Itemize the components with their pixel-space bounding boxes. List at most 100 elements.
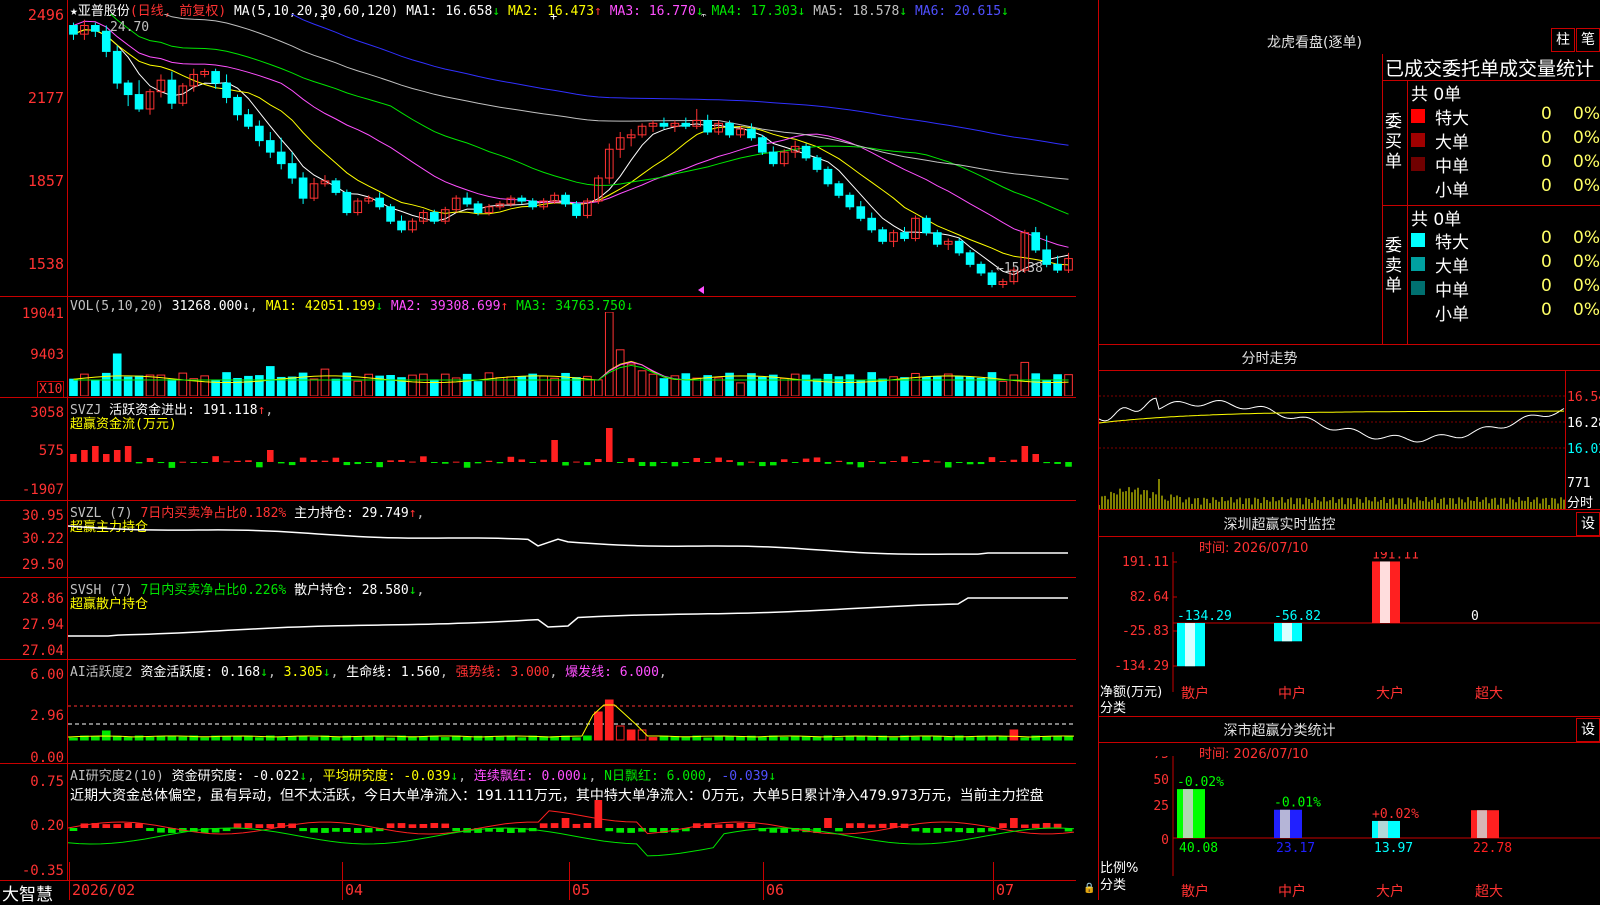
volume-bar	[747, 373, 756, 396]
order-percent: 0%	[1573, 228, 1600, 248]
fund-flow-bar	[376, 462, 383, 468]
candle-body	[856, 206, 866, 219]
fund-flow-bar	[529, 462, 537, 463]
event-marker: +	[550, 14, 557, 23]
column-view-button[interactable]: 柱	[1551, 28, 1575, 52]
volume-bar	[244, 375, 253, 396]
volume-bar	[309, 378, 319, 396]
research-bar	[1042, 823, 1051, 828]
category-label: 超大	[1475, 884, 1503, 900]
activity-bar	[998, 736, 1008, 741]
ai-research-tick: -0.35	[21, 863, 64, 879]
volume-bar	[69, 378, 78, 396]
sz-monitor-chart[interactable]: 191.11 82.64 -25.83 -134.29 -134.29 散户 -56.82 中…	[1099, 552, 1600, 714]
left-chart-area[interactable]: ★亚普股份(日线, 前复权) MA(5,10,20,30,60,120) MA1…	[0, 0, 1095, 905]
candle-body	[561, 194, 570, 205]
lock-icon[interactable]: 🔒	[1083, 883, 1095, 894]
sz-class-chart[interactable]: 75 50 25 0 -0.02% 40.08 散户 -0.01% 23.17 中户 +0.02% 1…	[1099, 756, 1600, 900]
x-axis-tick	[993, 862, 994, 900]
order-row[interactable]: 大单 0 0%	[1411, 128, 1600, 153]
change-label: -0.01%	[1274, 796, 1321, 811]
fund-flow-bar	[791, 462, 799, 463]
candle-body	[255, 125, 264, 142]
fund-flow-bar	[912, 462, 919, 463]
fund-flow-bar	[179, 461, 187, 463]
svzj-tick: 3058	[30, 405, 64, 421]
event-marker: +	[320, 14, 327, 23]
research-bar	[441, 823, 450, 828]
candlestick-chart[interactable]: + + *	[68, 14, 1074, 296]
category-label: 大户	[1376, 883, 1404, 900]
ai-n-value: 6.000	[666, 769, 706, 784]
activity-bar	[222, 736, 231, 741]
svsh-chart[interactable]	[68, 596, 1074, 656]
activity-bar	[681, 736, 691, 741]
candle-body	[954, 240, 964, 254]
order-row[interactable]: 中单 0 0%	[1411, 152, 1600, 177]
order-percent: 0%	[1573, 252, 1600, 272]
svzj-chart[interactable]	[68, 418, 1074, 498]
research-bar	[780, 828, 789, 833]
intraday-chart[interactable]	[1099, 371, 1565, 509]
candle-body	[276, 151, 286, 165]
category-label: 中户	[1278, 685, 1306, 702]
activity-bar	[353, 736, 363, 741]
order-row[interactable]: 小单 0 0%	[1411, 300, 1600, 325]
volume-bar	[714, 377, 723, 396]
color-swatch	[1411, 157, 1425, 171]
candle-body	[801, 145, 811, 159]
svsh-tick: 28.86	[21, 591, 64, 607]
volume-chart[interactable]	[68, 312, 1074, 396]
candle-body	[823, 168, 833, 185]
svzl-chart[interactable]	[68, 518, 1074, 574]
x-axis-label: 2026/02	[72, 881, 136, 899]
bar-highlight	[1282, 623, 1292, 642]
sz-monitor-settings-button[interactable]: 设	[1576, 512, 1600, 536]
research-bar	[977, 828, 985, 833]
fund-flow-bar	[649, 462, 657, 467]
ai-research-tick: 0.75	[30, 774, 64, 790]
ai-avg-value: -0.039	[403, 769, 451, 784]
order-row[interactable]: 特大 0 0%	[1411, 228, 1600, 253]
order-row[interactable]: 小单 0 0%	[1411, 176, 1600, 201]
tick-view-button[interactable]: 笔	[1576, 28, 1600, 52]
volume-bar	[604, 312, 614, 396]
fund-flow-bar	[638, 462, 646, 466]
research-bar	[244, 823, 253, 828]
x-axis-line	[0, 880, 1076, 881]
fund-flow-bar	[955, 462, 963, 463]
sz-class-settings-button[interactable]: 设	[1576, 718, 1600, 742]
volume-bar	[331, 378, 341, 396]
ai-research-chart[interactable]	[68, 800, 1074, 878]
research-bar	[1031, 823, 1040, 828]
order-row[interactable]: 中单 0 0%	[1411, 276, 1600, 301]
sz-monitor-x-label: 分类	[1100, 701, 1127, 716]
ai-active-chart[interactable]	[68, 672, 1074, 760]
volume-bar	[539, 375, 548, 396]
order-type: 特大	[1435, 109, 1469, 129]
research-bar	[321, 828, 329, 833]
x-axis-tick	[569, 862, 570, 900]
category-label: 散户	[1181, 883, 1209, 900]
y-tick-label: 25	[1153, 799, 1169, 814]
vol-tick: 9403	[30, 347, 64, 363]
order-row[interactable]: 特大 0 0%	[1411, 104, 1600, 129]
fund-flow-bar	[934, 461, 941, 463]
y-tick-label: 50	[1153, 773, 1169, 788]
activity-bar	[889, 737, 898, 741]
research-bar	[364, 828, 373, 833]
research-bar	[856, 823, 865, 828]
order-type: 特大	[1435, 233, 1469, 253]
activity-bar	[386, 737, 395, 741]
activity-bar	[604, 699, 614, 741]
fund-flow-bar	[321, 460, 329, 462]
divider	[0, 659, 1076, 660]
fund-flow-bar	[923, 459, 930, 462]
volume-bar	[867, 372, 877, 396]
fund-flow-bar	[966, 462, 974, 465]
order-row[interactable]: 大单 0 0%	[1411, 252, 1600, 277]
volume-bar	[408, 374, 417, 396]
activity-bar	[758, 737, 767, 741]
research-bar	[255, 824, 264, 828]
volume-bar	[265, 366, 275, 396]
